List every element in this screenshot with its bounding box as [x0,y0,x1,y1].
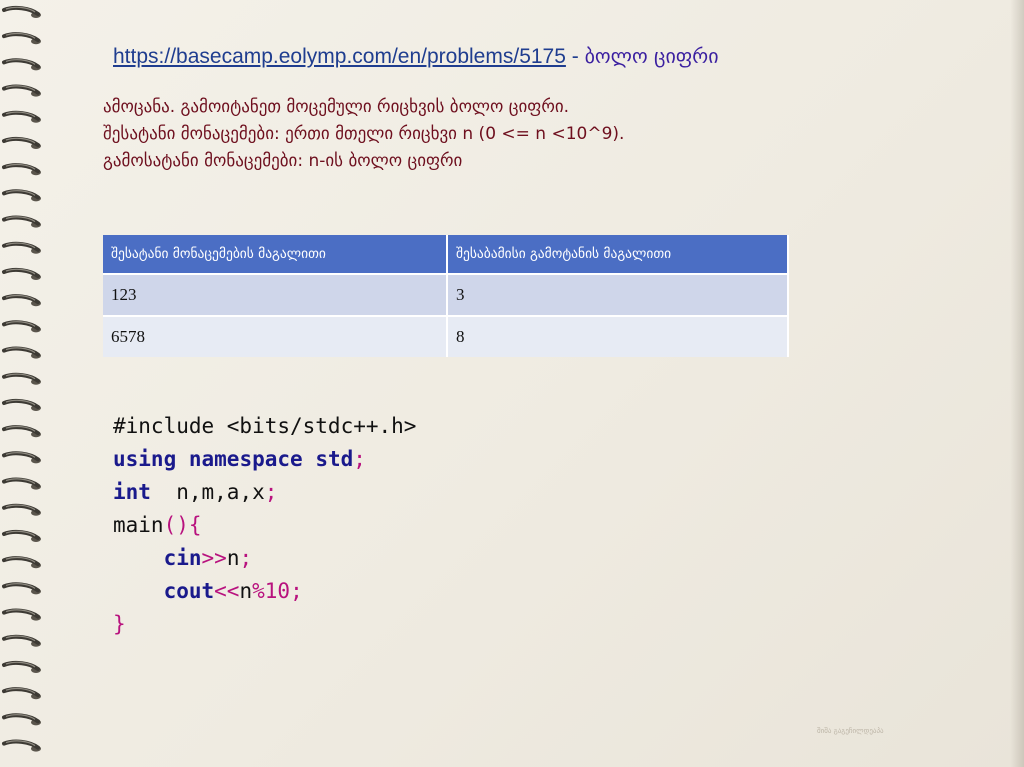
code-open-brace: { [188,513,202,537]
binding-ring [2,425,41,438]
code-semicolon: ; [290,579,303,603]
code-declared-vars: n,m,a,x [150,480,265,504]
binding-ring [2,320,41,333]
binding-ring [2,58,41,71]
binding-ring [2,687,41,700]
binding-ring [2,503,41,516]
code-mod-operator: % [252,579,265,603]
code-namespace-keyword: namespace [188,447,303,471]
binding-ring [2,5,41,18]
table-cell-output: 8 [447,315,789,357]
description-input: შესატანი მონაცემები: ერთი მთელი რიცხვი n… [103,124,625,144]
examples-table: შესატანი მონაცემების მაგალითი შესაბამისი… [103,235,789,357]
code-cout-keyword: cout [163,579,215,603]
binding-ring [2,451,41,464]
binding-ring [2,398,41,411]
page-edge-shadow [1010,0,1024,767]
table-header-output: შესაბამისი გამოტანის მაგალითი [447,235,789,274]
code-block: #include <bits/stdc++.h> using namespace… [113,410,416,641]
footer-watermark: შიშა გაგეჩილდეაპა [817,727,884,735]
table-header-input: შესატანი მონაცემების მაგალითი [103,235,448,274]
binding-ring [2,32,41,45]
description-task: ამოცანა. გამოიტანეთ მოცემული რიცხვის ბოლ… [103,97,570,117]
table-cell-input: 6578 [103,315,448,357]
binding-ring [2,634,41,647]
problem-title: ბოლო ციფრი [584,44,719,68]
code-main-parens: () [163,513,189,537]
problem-link[interactable]: https://basecamp.eolymp.com/en/problems/… [113,45,566,68]
binding-ring [2,241,41,254]
spiral-binding [0,0,52,767]
binding-ring [2,582,41,595]
binding-ring [2,84,41,97]
binding-ring [2,660,41,673]
table-row: 123 3 [103,273,789,316]
binding-ring [2,110,41,123]
binding-ring [2,529,41,542]
table-cell-output: 3 [447,273,789,316]
code-shift-out: << [214,579,240,603]
code-using-keyword: using [113,447,177,471]
code-shift-in: >> [201,546,227,570]
table-row: 6578 8 [103,315,789,357]
code-int-keyword: int [113,480,151,504]
binding-rings [2,5,41,752]
table-cell-input: 123 [103,273,448,316]
binding-ring [2,372,41,385]
slide-title: https://basecamp.eolymp.com/en/problems/… [113,44,719,76]
description-output: გამოსატანი მონაცემები: n-ის ბოლო ციფრი [103,151,463,171]
problem-description: ამოცანა. გამოიტანეთ მოცემული რიცხვის ბოლ… [103,94,903,175]
binding-ring [2,215,41,228]
code-cin-var: n [226,546,240,570]
code-cin-keyword: cin [163,546,202,570]
title-separator: - [565,45,585,68]
code-main-name: main [113,513,164,537]
code-include-line: #include <bits/stdc++.h> [113,414,417,438]
binding-ring [2,163,41,176]
binding-ring [2,477,41,490]
binding-ring [2,189,41,202]
binding-ring [2,346,41,359]
binding-ring [2,556,41,569]
binding-ring [2,713,41,726]
binding-ring [2,739,41,752]
binding-ring [2,294,41,307]
binding-ring [2,267,41,280]
code-close-brace: } [113,612,126,636]
code-semicolon: ; [239,546,253,570]
binding-ring [2,136,41,149]
code-cout-var: n [239,579,253,603]
code-semicolon: ; [264,480,278,504]
code-mod-number: 10 [264,579,291,603]
table-header-row: შესატანი მონაცემების მაგალითი შესაბამისი… [103,235,789,274]
binding-ring [2,608,41,621]
code-std-keyword: std [315,447,354,471]
notebook-page: https://basecamp.eolymp.com/en/problems/… [0,0,1024,767]
code-semicolon: ; [353,447,366,471]
